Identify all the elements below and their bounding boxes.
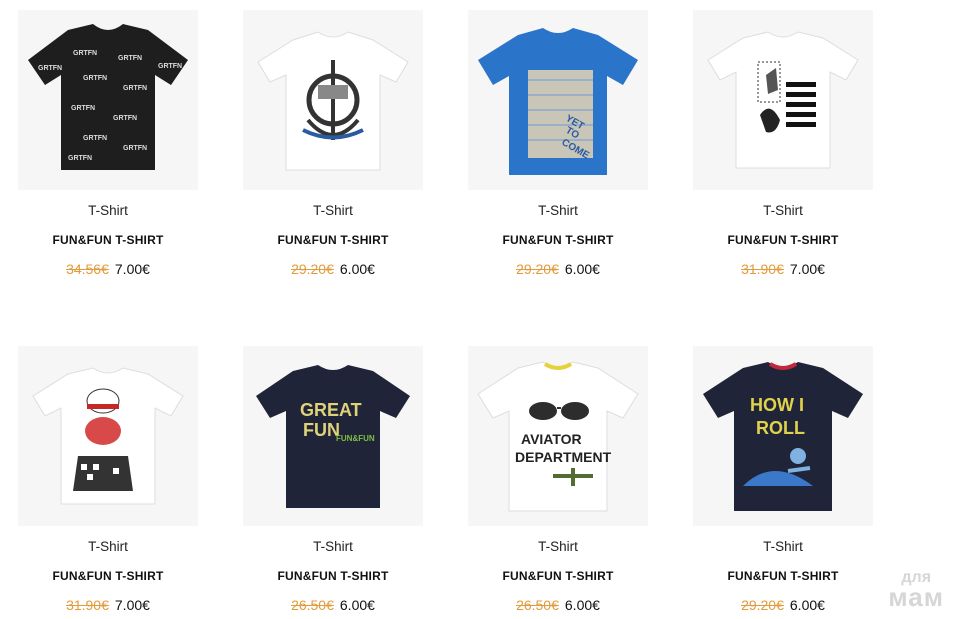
sale-price: 6.00€	[339, 261, 375, 277]
product-price: 31.90€ 7.00€	[8, 597, 208, 613]
svg-text:GRTFN: GRTFN	[38, 65, 62, 72]
sale-price: 7.00€	[114, 597, 150, 613]
product-category: T-Shirt	[88, 203, 128, 218]
tshirt-image: GRTFN GRTFN GRTFN GRTFN GRTFN GRTFN GRTFN GRT…	[28, 24, 188, 170]
product-category: T-Shirt	[313, 203, 353, 218]
sale-price: 6.00€	[564, 597, 600, 613]
tshirt-image	[707, 31, 859, 169]
product-name[interactable]: FUN&FUN T-SHIRT	[233, 569, 433, 583]
svg-text:GRTFN: GRTFN	[123, 85, 147, 92]
product-image[interactable]: YET TO COME	[468, 10, 648, 190]
product-image[interactable]	[243, 10, 423, 190]
product-price: 34.56€ 7.00€	[8, 261, 208, 277]
product-price: 31.90€ 7.00€	[683, 261, 883, 277]
sale-price: 6.00€	[339, 597, 375, 613]
product-price: 29.20€ 6.00€	[233, 261, 433, 277]
svg-text:GRTFN: GRTFN	[118, 55, 142, 62]
svg-text:GRTFN: GRTFN	[83, 75, 107, 82]
svg-text:FUN&FUN: FUN&FUN	[336, 434, 375, 443]
old-price: 29.20€	[291, 261, 334, 277]
old-price: 26.50€	[516, 597, 559, 613]
product-category: T-Shirt	[763, 539, 803, 554]
product-image[interactable]: GREAT FUN FUN&FUN	[243, 346, 423, 526]
svg-text:DEPARTMENT: DEPARTMENT	[515, 449, 612, 465]
watermark-logo: для мам	[888, 569, 944, 612]
svg-text:ROLL: ROLL	[756, 418, 805, 438]
product-category: T-Shirt	[538, 203, 578, 218]
old-price: 29.20€	[516, 261, 559, 277]
svg-text:GREAT: GREAT	[300, 400, 362, 420]
product-image[interactable]: GRTFN GRTFN GRTFN GRTFN GRTFN GRTFN GRTFN GRT…	[18, 10, 198, 190]
svg-text:GRTFN: GRTFN	[83, 135, 107, 142]
product-name[interactable]: FUN&FUN T-SHIRT	[458, 569, 658, 583]
svg-text:HOW I: HOW I	[750, 395, 804, 415]
product-image[interactable]: AVIATOR DEPARTMENT	[468, 346, 648, 526]
product-grid: GRTFN GRTFN GRTFN GRTFN GRTFN GRTFN GRTFN GRT…	[0, 0, 958, 619]
old-price: 29.20€	[741, 597, 784, 613]
old-price: 31.90€	[741, 261, 784, 277]
product-category: T-Shirt	[763, 203, 803, 218]
old-price: 34.56€	[66, 261, 109, 277]
product-category: T-Shirt	[313, 539, 353, 554]
tshirt-image	[32, 367, 184, 505]
product-price: 29.20€ 6.00€	[683, 597, 883, 613]
svg-text:FUN: FUN	[303, 420, 340, 440]
product-price: 26.50€ 6.00€	[233, 597, 433, 613]
svg-text:GRTFN: GRTFN	[68, 155, 92, 162]
svg-text:GRTFN: GRTFN	[123, 145, 147, 152]
product-image[interactable]: HOW I ROLL	[693, 346, 873, 526]
svg-text:GRTFN: GRTFN	[113, 115, 137, 122]
product-name[interactable]: FUN&FUN T-SHIRT	[233, 233, 433, 247]
product-category: T-Shirt	[538, 539, 578, 554]
tshirt-image: YET TO COME	[478, 28, 638, 175]
product-image[interactable]	[693, 10, 873, 190]
product-name[interactable]: FUN&FUN T-SHIRT	[458, 233, 658, 247]
watermark-line2: мам	[888, 581, 944, 612]
old-price: 26.50€	[291, 597, 334, 613]
svg-text:GRTFN: GRTFN	[73, 50, 97, 57]
sale-price: 7.00€	[114, 261, 150, 277]
product-image[interactable]	[18, 346, 198, 526]
product-name[interactable]: FUN&FUN T-SHIRT	[8, 233, 208, 247]
product-name[interactable]: FUN&FUN T-SHIRT	[683, 233, 883, 247]
product-price: 29.20€ 6.00€	[458, 261, 658, 277]
sale-price: 6.00€	[564, 261, 600, 277]
tshirt-image: AVIATOR DEPARTMENT	[477, 361, 639, 512]
svg-text:GRTFN: GRTFN	[158, 63, 182, 70]
sale-price: 7.00€	[789, 261, 825, 277]
sale-price: 6.00€	[789, 597, 825, 613]
product-name[interactable]: FUN&FUN T-SHIRT	[683, 569, 883, 583]
svg-text:AVIATOR: AVIATOR	[521, 431, 582, 447]
svg-text:GRTFN: GRTFN	[71, 105, 95, 112]
tshirt-image: GREAT FUN FUN&FUN	[256, 365, 410, 508]
product-name[interactable]: FUN&FUN T-SHIRT	[8, 569, 208, 583]
tshirt-image: HOW I ROLL	[703, 362, 863, 511]
tshirt-image	[257, 31, 409, 171]
product-category: T-Shirt	[88, 539, 128, 554]
old-price: 31.90€	[66, 597, 109, 613]
product-price: 26.50€ 6.00€	[458, 597, 658, 613]
